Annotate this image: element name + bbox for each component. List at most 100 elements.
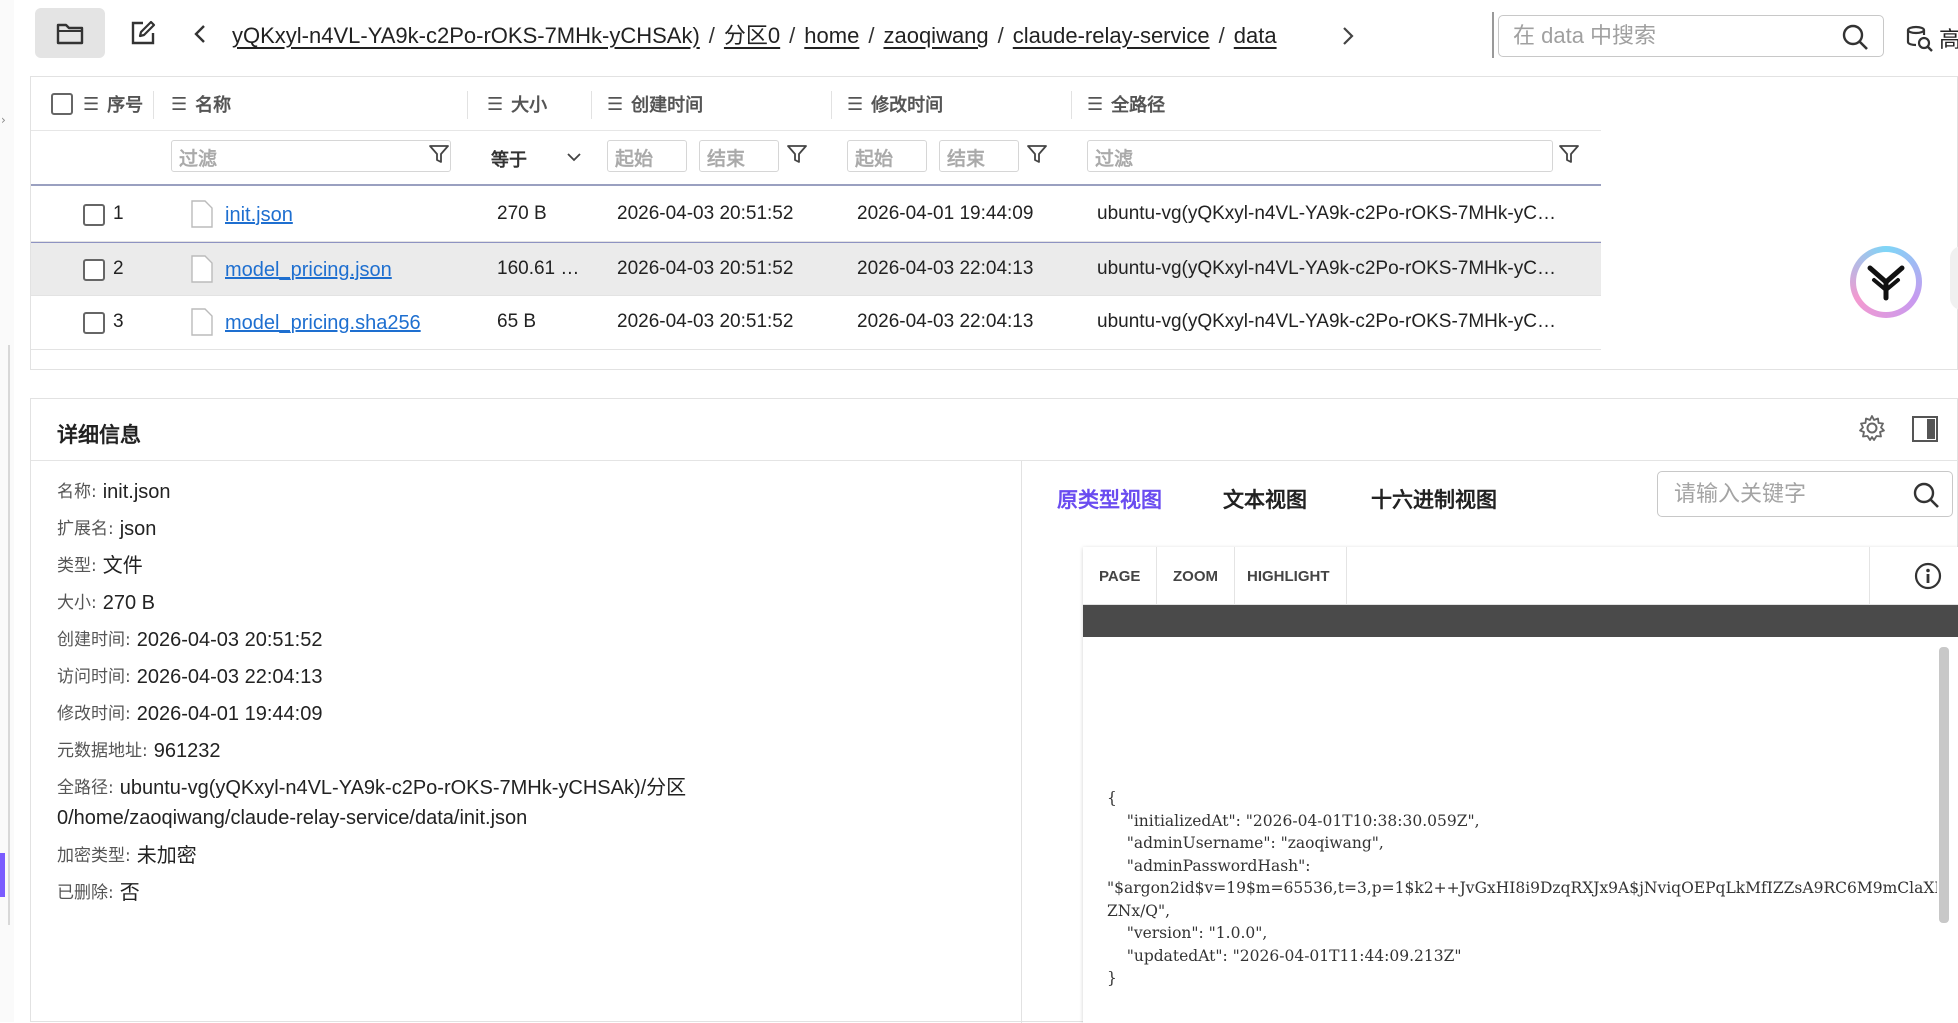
column-header-name[interactable]: ☰ 名称	[171, 91, 231, 117]
full-path: ubuntu-vg(yQKxyl-n4VL-YA9k-c2Po-rOKS-7MH…	[1097, 258, 1556, 279]
highlight-button[interactable]: HIGHLIGHT	[1231, 547, 1347, 605]
filter-icon[interactable]	[785, 142, 809, 166]
breadcrumb-item-home[interactable]: home	[804, 23, 859, 48]
search-icon[interactable]	[1912, 481, 1940, 509]
filter-icon[interactable]	[1557, 142, 1581, 166]
breadcrumb-separator: /	[868, 23, 875, 48]
column-header-fullpath[interactable]: ☰ 全路径	[1087, 91, 1165, 117]
table-row[interactable]: 2 model_pricing.json 160.61 … 2026-04-03…	[31, 242, 1601, 296]
column-header-created[interactable]: ☰ 创建时间	[607, 91, 703, 117]
prop-full-path: 全路径: ubuntu-vg(yQKxyl-n4VL-YA9k-c2Po-rOKS…	[57, 775, 817, 843]
breadcrumb-item-project[interactable]: claude-relay-service	[1013, 23, 1210, 48]
gutter-marker-icon: ›	[1, 113, 6, 127]
tab-text-view[interactable]: 文本视图	[1223, 484, 1307, 514]
breadcrumb-item-user[interactable]: zaoqiwang	[883, 23, 988, 48]
advanced-search-button[interactable]: 高	[1905, 20, 1958, 56]
tab-hex-view[interactable]: 十六进制视图	[1371, 484, 1497, 514]
row-checkbox[interactable]	[83, 312, 105, 334]
breadcrumb-separator: /	[789, 23, 796, 48]
table-row[interactable]: 3 model_pricing.sha256 65 B 2026-04-03 2…	[31, 296, 1601, 350]
search-input[interactable]	[1511, 20, 1821, 52]
file-list-panel: ☰ 序号 ☰ 名称 ☰ 大小 ☰ 创建时间 ☰ 修改时间 ☰ 全路径 过滤 等于 起始 结束…	[30, 76, 1958, 370]
viewer-page-bar	[1083, 605, 1958, 637]
assistant-button[interactable]	[1850, 246, 1922, 318]
back-button[interactable]	[180, 14, 220, 54]
file-icon	[191, 308, 213, 336]
edit-button[interactable]	[108, 8, 178, 58]
keyword-search-input[interactable]	[1672, 478, 1892, 510]
list-icon: ☰	[1087, 93, 1104, 115]
created-start-input[interactable]: 起始	[607, 140, 687, 172]
gutter-active-indicator	[0, 853, 5, 897]
forward-button[interactable]	[1330, 18, 1366, 54]
column-header-modified[interactable]: ☰ 修改时间	[847, 91, 943, 117]
created-time: 2026-04-03 20:51:52	[617, 203, 794, 224]
info-icon[interactable]	[1913, 561, 1943, 591]
file-icon	[191, 255, 213, 283]
gutter-scroll-track[interactable]	[8, 345, 10, 925]
prop-extension: 扩展名: json	[57, 518, 157, 540]
column-header-index[interactable]: ☰ 序号	[83, 91, 143, 117]
list-icon: ☰	[487, 93, 504, 115]
file-icon	[191, 200, 213, 228]
list-icon: ☰	[171, 93, 188, 115]
panel-divider[interactable]	[1021, 461, 1022, 1023]
path-filter-input[interactable]: 过滤	[1087, 140, 1553, 172]
column-divider[interactable]	[591, 91, 592, 119]
prop-deleted: 已删除: 否	[57, 882, 140, 904]
open-folder-button[interactable]	[35, 8, 105, 58]
chevron-right-icon	[1343, 27, 1354, 45]
created-time: 2026-04-03 20:51:52	[617, 311, 794, 332]
modified-time: 2026-04-03 22:04:13	[857, 311, 1034, 332]
column-divider[interactable]	[1071, 91, 1072, 119]
breadcrumb-item-current[interactable]: data	[1234, 23, 1277, 48]
modified-start-input[interactable]: 起始	[847, 140, 927, 172]
zoom-button[interactable]: ZOOM	[1157, 547, 1235, 605]
filter-icon[interactable]	[427, 142, 451, 166]
file-size: 65 B	[497, 311, 537, 332]
row-checkbox[interactable]	[83, 204, 105, 226]
prop-full-path-continued: 0/home/zaoqiwang/claude-relay-service/da…	[57, 807, 528, 829]
column-divider[interactable]	[831, 91, 832, 119]
folder-icon	[56, 23, 84, 45]
detail-title: 详细信息	[57, 423, 141, 447]
viewer-scrollbar[interactable]	[1939, 647, 1949, 923]
page-button[interactable]: PAGE	[1083, 547, 1158, 605]
filter-icon[interactable]	[1025, 142, 1049, 166]
column-divider[interactable]	[467, 91, 468, 119]
column-divider[interactable]	[153, 91, 154, 119]
prop-modified: 修改时间: 2026-04-01 19:44:09	[57, 703, 323, 725]
breadcrumb-item-partition[interactable]: 分区0	[724, 23, 780, 48]
panel-toggle-icon[interactable]	[1911, 415, 1939, 443]
table-header: ☰ 序号 ☰ 名称 ☰ 大小 ☰ 创建时间 ☰ 修改时间 ☰ 全路径	[31, 77, 1601, 131]
prop-metadata-address: 元数据地址: 961232	[57, 740, 221, 762]
edit-icon	[131, 20, 156, 45]
file-name-link[interactable]: model_pricing.sha256	[225, 312, 421, 335]
file-name-link[interactable]: init.json	[225, 204, 293, 227]
prop-name: 名称: init.json	[57, 481, 171, 503]
gear-icon[interactable]	[1857, 413, 1887, 443]
size-operator-select[interactable]: 等于	[491, 146, 527, 172]
row-checkbox[interactable]	[83, 259, 105, 281]
list-icon: ☰	[847, 93, 864, 115]
advanced-search-label: 高	[1939, 28, 1958, 53]
row-index: 3	[113, 311, 124, 332]
keyword-search-box	[1657, 471, 1953, 517]
created-end-input[interactable]: 结束	[699, 140, 779, 172]
file-name-link[interactable]: model_pricing.json	[225, 259, 392, 282]
column-header-size[interactable]: ☰ 大小	[487, 91, 547, 117]
toolbar-divider	[1869, 547, 1870, 605]
side-drawer-handle[interactable]	[1950, 246, 1958, 310]
chevron-down-icon[interactable]	[567, 152, 581, 162]
modified-end-input[interactable]: 结束	[939, 140, 1019, 172]
name-filter-input[interactable]: 过滤	[171, 140, 451, 172]
file-size: 160.61 …	[497, 258, 580, 279]
modified-time: 2026-04-03 22:04:13	[857, 258, 1034, 279]
table-row[interactable]: 1 init.json 270 B 2026-04-03 20:51:52 20…	[31, 188, 1601, 242]
search-icon[interactable]	[1841, 23, 1869, 51]
list-icon: ☰	[607, 93, 624, 115]
select-all-checkbox[interactable]	[51, 93, 73, 115]
breadcrumb-separator: /	[1218, 23, 1225, 48]
breadcrumb-item-volume[interactable]: yQKxyl-n4VL-YA9k-c2Po-rOKS-7MHk-yCHSAk)	[232, 23, 700, 48]
tab-raw-view[interactable]: 原类型视图	[1057, 484, 1162, 514]
